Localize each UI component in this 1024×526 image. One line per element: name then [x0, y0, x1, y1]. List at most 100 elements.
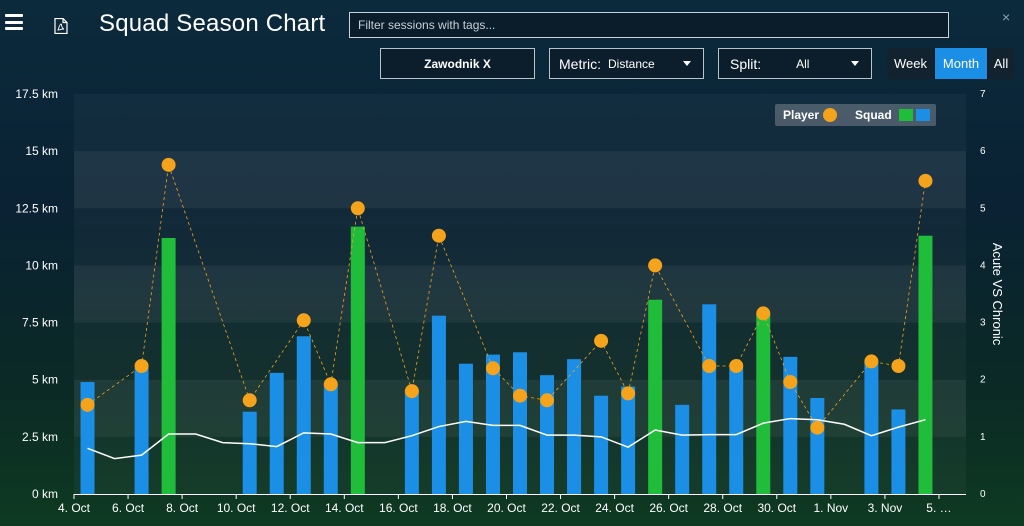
- player-point: [485, 361, 500, 376]
- x-tick-label: 22. Oct: [541, 501, 580, 515]
- squad-bar: [918, 235, 933, 494]
- squad-bar: [323, 384, 338, 494]
- y-left-tick-label: 12.5 km: [15, 201, 58, 215]
- x-tick-label: 8. Oct: [166, 501, 199, 515]
- period-all-button[interactable]: All: [987, 48, 1014, 79]
- squad-bar: [729, 368, 744, 494]
- squad-bar: [134, 368, 149, 494]
- player-point: [350, 201, 365, 216]
- y-right-tick-label: 7: [980, 89, 986, 100]
- player-point: [621, 386, 636, 401]
- x-tick-label: 30. Oct: [757, 501, 796, 515]
- x-tick-label: 5. …: [926, 501, 951, 515]
- player-point: [864, 354, 879, 369]
- y-left-tick-label: 5 km: [32, 373, 58, 387]
- squad-bar: [458, 363, 473, 494]
- player-point: [756, 306, 771, 321]
- chevron-down-icon: [851, 61, 859, 66]
- y-right-tick-label: 1: [980, 432, 986, 443]
- period-week-button[interactable]: Week: [887, 48, 934, 79]
- split-label: Split:: [730, 55, 762, 72]
- squad-bar: [161, 238, 176, 494]
- player-point: [80, 397, 95, 412]
- player-point: [648, 258, 663, 273]
- y-right-tick-label: 5: [980, 203, 986, 214]
- x-tick-label: 6. Oct: [112, 501, 145, 515]
- metric-label: Metric:: [559, 55, 601, 72]
- hamburger-menu-icon[interactable]: [5, 14, 23, 30]
- player-point: [134, 359, 149, 373]
- y-right-tick-label: 0: [980, 489, 986, 500]
- x-tick-label: 4. Oct: [58, 501, 91, 515]
- player-select-button[interactable]: Zawodnik X: [380, 48, 535, 79]
- split-value: All: [796, 56, 810, 71]
- x-tick-label: 16. Oct: [379, 501, 418, 515]
- y-right-tick-label: 6: [980, 146, 986, 157]
- legend-player-label: Player: [783, 108, 819, 122]
- y-left-tick-label: 2.5 km: [22, 430, 58, 444]
- period-month-button[interactable]: Month: [934, 48, 987, 79]
- squad-season-chart: 0 km 2.5 km 5 km 7.5 km 10 km 12.5 km 15 km 17.…: [15, 87, 1005, 515]
- x-tick-label: 12. Oct: [271, 501, 310, 515]
- squad-bar: [431, 315, 446, 494]
- y-right-tick-label: 2: [980, 375, 986, 386]
- y-left-tick-label: 7.5 km: [22, 316, 58, 330]
- player-point: [918, 173, 933, 188]
- squad-bar: [891, 409, 906, 494]
- player-point: [404, 384, 419, 399]
- player-name: Zawodnik X: [424, 56, 491, 71]
- player-point: [891, 359, 906, 373]
- y-right-tick-label: 3: [980, 318, 986, 329]
- player-point: [594, 333, 609, 348]
- legend-player-marker: [823, 108, 837, 122]
- y-right-tick-label: 4: [980, 260, 986, 271]
- x-tick-label: 24. Oct: [595, 501, 634, 515]
- pdf-export-icon[interactable]: [54, 18, 68, 34]
- squad-bar: [621, 386, 636, 494]
- plot-band: [74, 265, 966, 323]
- x-tick-label: 18. Oct: [433, 501, 472, 515]
- squad-bar: [594, 395, 609, 494]
- plot-band: [74, 151, 966, 209]
- player-point: [513, 388, 527, 403]
- period-toggle: Week Month All: [887, 48, 1014, 79]
- x-tick-label: 10. Oct: [217, 501, 256, 515]
- player-point: [242, 393, 257, 408]
- legend-squad-label: Squad: [855, 108, 892, 122]
- y-left-tick-label: 10 km: [25, 258, 58, 272]
- close-icon[interactable]: ×: [1002, 9, 1010, 25]
- tag-filter-input[interactable]: [349, 12, 949, 38]
- metric-dropdown[interactable]: Metric: Distance: [549, 48, 704, 79]
- y-left-tick-label: 17.5 km: [15, 87, 58, 101]
- player-point: [540, 393, 555, 408]
- player-point: [729, 359, 744, 373]
- top-bar: Squad Season Chart ×: [0, 0, 1024, 48]
- y-left-tick-label: 0 km: [32, 487, 58, 501]
- squad-bar: [242, 411, 257, 494]
- x-tick-label: 14. Oct: [325, 501, 364, 515]
- legend-squad-match-swatch: [899, 109, 913, 121]
- squad-bar: [810, 398, 825, 494]
- x-tick-label: 28. Oct: [703, 501, 742, 515]
- player-point: [161, 157, 176, 172]
- chevron-down-icon: [683, 61, 691, 66]
- squad-bar: [404, 391, 419, 494]
- player-point: [431, 228, 446, 243]
- player-point: [323, 377, 338, 392]
- split-dropdown[interactable]: Split: All: [718, 48, 872, 79]
- squad-bar: [756, 313, 771, 494]
- y-left-tick-label: 15 km: [25, 144, 58, 158]
- x-tick-label: 3. Nov: [868, 501, 903, 515]
- squad-bar: [648, 299, 663, 494]
- legend-squad-training-swatch: [916, 109, 930, 121]
- squad-bar: [513, 352, 527, 494]
- y-right-axis-title: Acute VS Chronic: [990, 243, 1005, 346]
- player-point: [702, 359, 717, 373]
- squad-bar: [296, 336, 311, 494]
- x-tick-label: 20. Oct: [487, 501, 526, 515]
- x-tick-label: 1. Nov: [814, 501, 849, 515]
- squad-bar: [269, 372, 284, 494]
- page-title: Squad Season Chart: [99, 10, 326, 37]
- player-point: [296, 313, 311, 328]
- x-tick-label: 26. Oct: [649, 501, 688, 515]
